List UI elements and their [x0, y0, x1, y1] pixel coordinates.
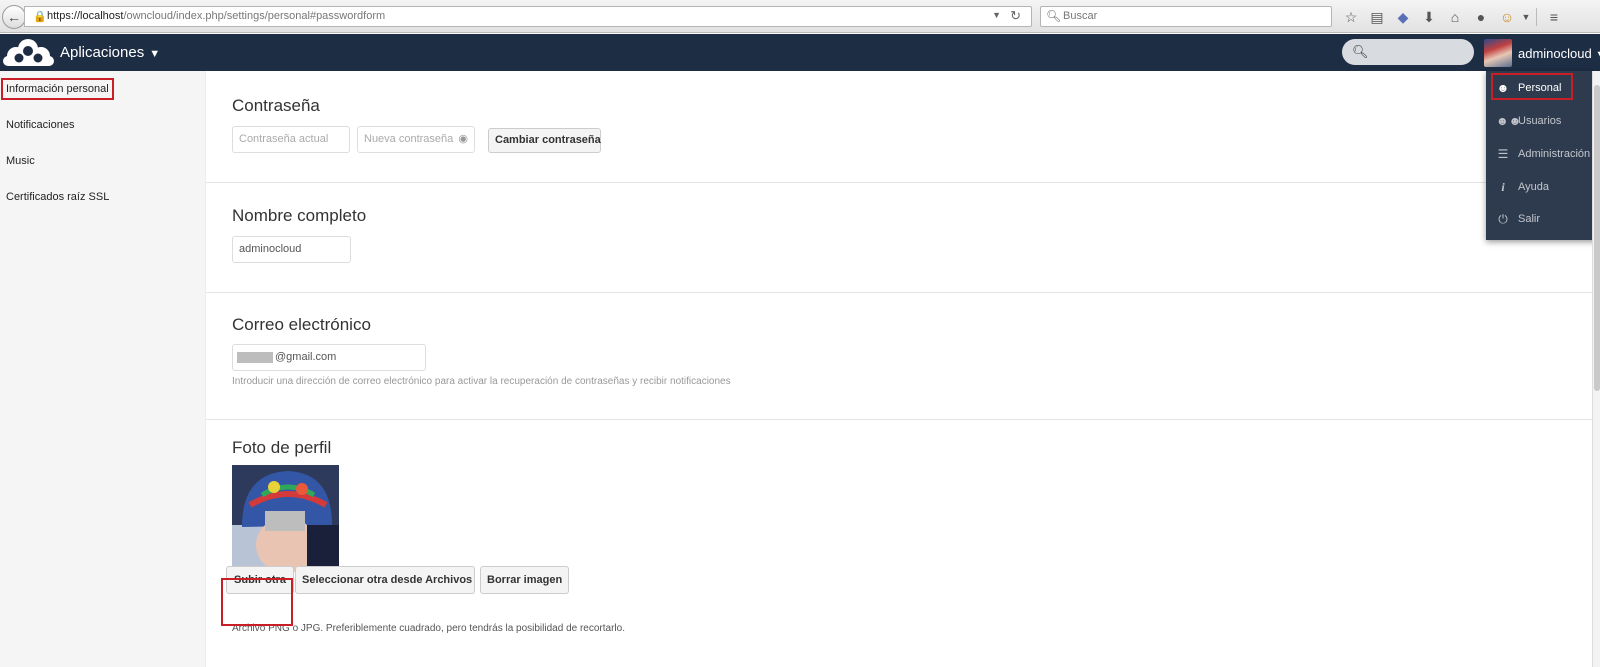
profile-photo-image	[232, 465, 339, 572]
sidebar-item-notifications[interactable]: Notificaciones	[6, 119, 74, 131]
url-host: https://localhost	[47, 10, 124, 22]
toolbar-separator	[1536, 8, 1537, 26]
menu-item-logout-label: Salir	[1518, 213, 1541, 225]
lock-icon: 🔒	[33, 11, 47, 23]
url-path: /owncloud/index.php/settings/personal#pa…	[123, 10, 386, 22]
sidebar-item-music[interactable]: Music	[6, 155, 35, 167]
chevron-down-icon: ▼	[149, 48, 161, 60]
avatar	[1484, 39, 1512, 67]
fullname-section: Nombre completo adminocloud	[206, 183, 1592, 293]
toolbar-dropdown-icon[interactable]: ▼	[1520, 6, 1532, 28]
settings-content: Contraseña Contraseña actual Nueva contr…	[206, 71, 1592, 667]
menu-item-admin-label: Administración	[1518, 148, 1591, 160]
user-name: adminocloud ▼	[1518, 46, 1600, 61]
email-domain: @gmail.com	[275, 351, 337, 363]
current-password-input[interactable]: Contraseña actual	[232, 126, 350, 153]
menu-item-help[interactable]: i Ayuda	[1486, 172, 1600, 202]
password-section-title: Contraseña	[232, 96, 320, 115]
url-bar[interactable]: 🔒 https://localhost/owncloud/index.php/s…	[24, 6, 1032, 27]
reading-list-icon[interactable]: ▤	[1364, 6, 1390, 28]
profile-photo	[232, 465, 339, 572]
new-password-placeholder: Nueva contraseña	[364, 133, 454, 145]
remove-image-button[interactable]: Borrar imagen	[480, 566, 569, 594]
email-section-title: Correo electrónico	[232, 315, 371, 334]
url-dropdown-icon[interactable]: ▼	[992, 10, 1001, 20]
menu-item-users-label: Usuarios	[1518, 115, 1562, 127]
settings-sidebar: Información personal Notificaciones Musi…	[0, 71, 206, 667]
pocket-icon[interactable]: ◆	[1390, 6, 1416, 28]
chat-icon[interactable]: ●	[1468, 6, 1494, 28]
app-search-input[interactable]: 🔍︎	[1342, 39, 1474, 65]
user-dropdown-menu: ☻ Personal ☻☻ Usuarios ☰ Administración …	[1486, 71, 1600, 240]
browser-toolbar: ← 🔒 https://localhost/owncloud/index.php…	[0, 0, 1600, 33]
email-section: Correo electrónico @gmail.com Introducir…	[206, 293, 1592, 420]
monkey-icon[interactable]: ☺	[1494, 6, 1520, 28]
email-hint: Introducir una dirección de correo elect…	[232, 376, 731, 387]
browser-toolbar-icons: ☆ ▤ ◆ ⬇ ⌂ ● ☺ ▼ ≡	[1338, 6, 1567, 28]
owncloud-logo-icon[interactable]	[2, 37, 54, 67]
search-icon: 🔍︎	[1352, 44, 1369, 59]
new-password-input[interactable]: Nueva contraseña ◉	[357, 126, 475, 153]
list-icon: ☰	[1497, 147, 1509, 161]
eye-icon[interactable]: ◉	[458, 127, 468, 152]
info-icon: i	[1501, 180, 1505, 194]
back-arrow-icon[interactable]: ←	[2, 5, 26, 29]
power-icon: ⏻	[1498, 212, 1508, 226]
menu-item-users[interactable]: ☻☻ Usuarios	[1486, 106, 1600, 136]
download-icon[interactable]: ⬇	[1416, 6, 1442, 28]
profile-photo-section: Foto de perfil Subir otra Seleccionar ot…	[206, 420, 1592, 667]
sidebar-item-personal-info[interactable]: Información personal	[1, 78, 114, 100]
profile-photo-title: Foto de perfil	[232, 438, 332, 457]
page-scrollbar[interactable]	[1592, 71, 1600, 667]
reload-icon[interactable]: ↻	[1010, 8, 1021, 24]
browser-search-placeholder: Buscar	[1063, 10, 1098, 22]
apps-menu-label: Aplicaciones	[60, 44, 145, 61]
browser-search-box[interactable]: 🔍︎ Buscar	[1040, 6, 1332, 27]
select-from-files-button[interactable]: Seleccionar otra desde Archivos	[295, 566, 475, 594]
url-text: https://localhost/owncloud/index.php/set…	[47, 10, 385, 22]
bookmark-star-icon[interactable]: ☆	[1338, 6, 1364, 28]
fullname-section-title: Nombre completo	[232, 206, 367, 225]
change-password-button[interactable]: Cambiar contraseña	[488, 128, 601, 153]
chevron-down-icon: ▼	[1595, 49, 1600, 61]
fullname-input[interactable]: adminocloud	[232, 236, 351, 263]
menu-item-help-label: Ayuda	[1518, 181, 1549, 193]
app-header: Aplicaciones ▼ 🔍︎ adminocloud ▼	[0, 34, 1600, 71]
personal-highlight	[1491, 73, 1573, 100]
upload-button-highlight	[221, 578, 293, 626]
search-icon: 🔍︎	[1046, 9, 1062, 23]
email-input[interactable]: @gmail.com	[232, 344, 426, 371]
menu-icon[interactable]: ≡	[1541, 6, 1567, 28]
users-icon: ☻☻	[1496, 114, 1522, 128]
menu-item-admin[interactable]: ☰ Administración	[1486, 139, 1600, 169]
menu-item-logout[interactable]: ⏻ Salir	[1486, 204, 1600, 234]
home-icon[interactable]: ⌂	[1442, 6, 1468, 28]
sidebar-item-ssl-certificates[interactable]: Certificados raíz SSL	[6, 191, 109, 203]
password-section: Contraseña Contraseña actual Nueva contr…	[206, 71, 1592, 183]
apps-menu-button[interactable]: Aplicaciones ▼	[60, 44, 160, 61]
user-name-text: adminocloud	[1518, 46, 1592, 61]
scrollbar-thumb[interactable]	[1594, 85, 1600, 391]
redacted-email-user	[237, 351, 273, 363]
